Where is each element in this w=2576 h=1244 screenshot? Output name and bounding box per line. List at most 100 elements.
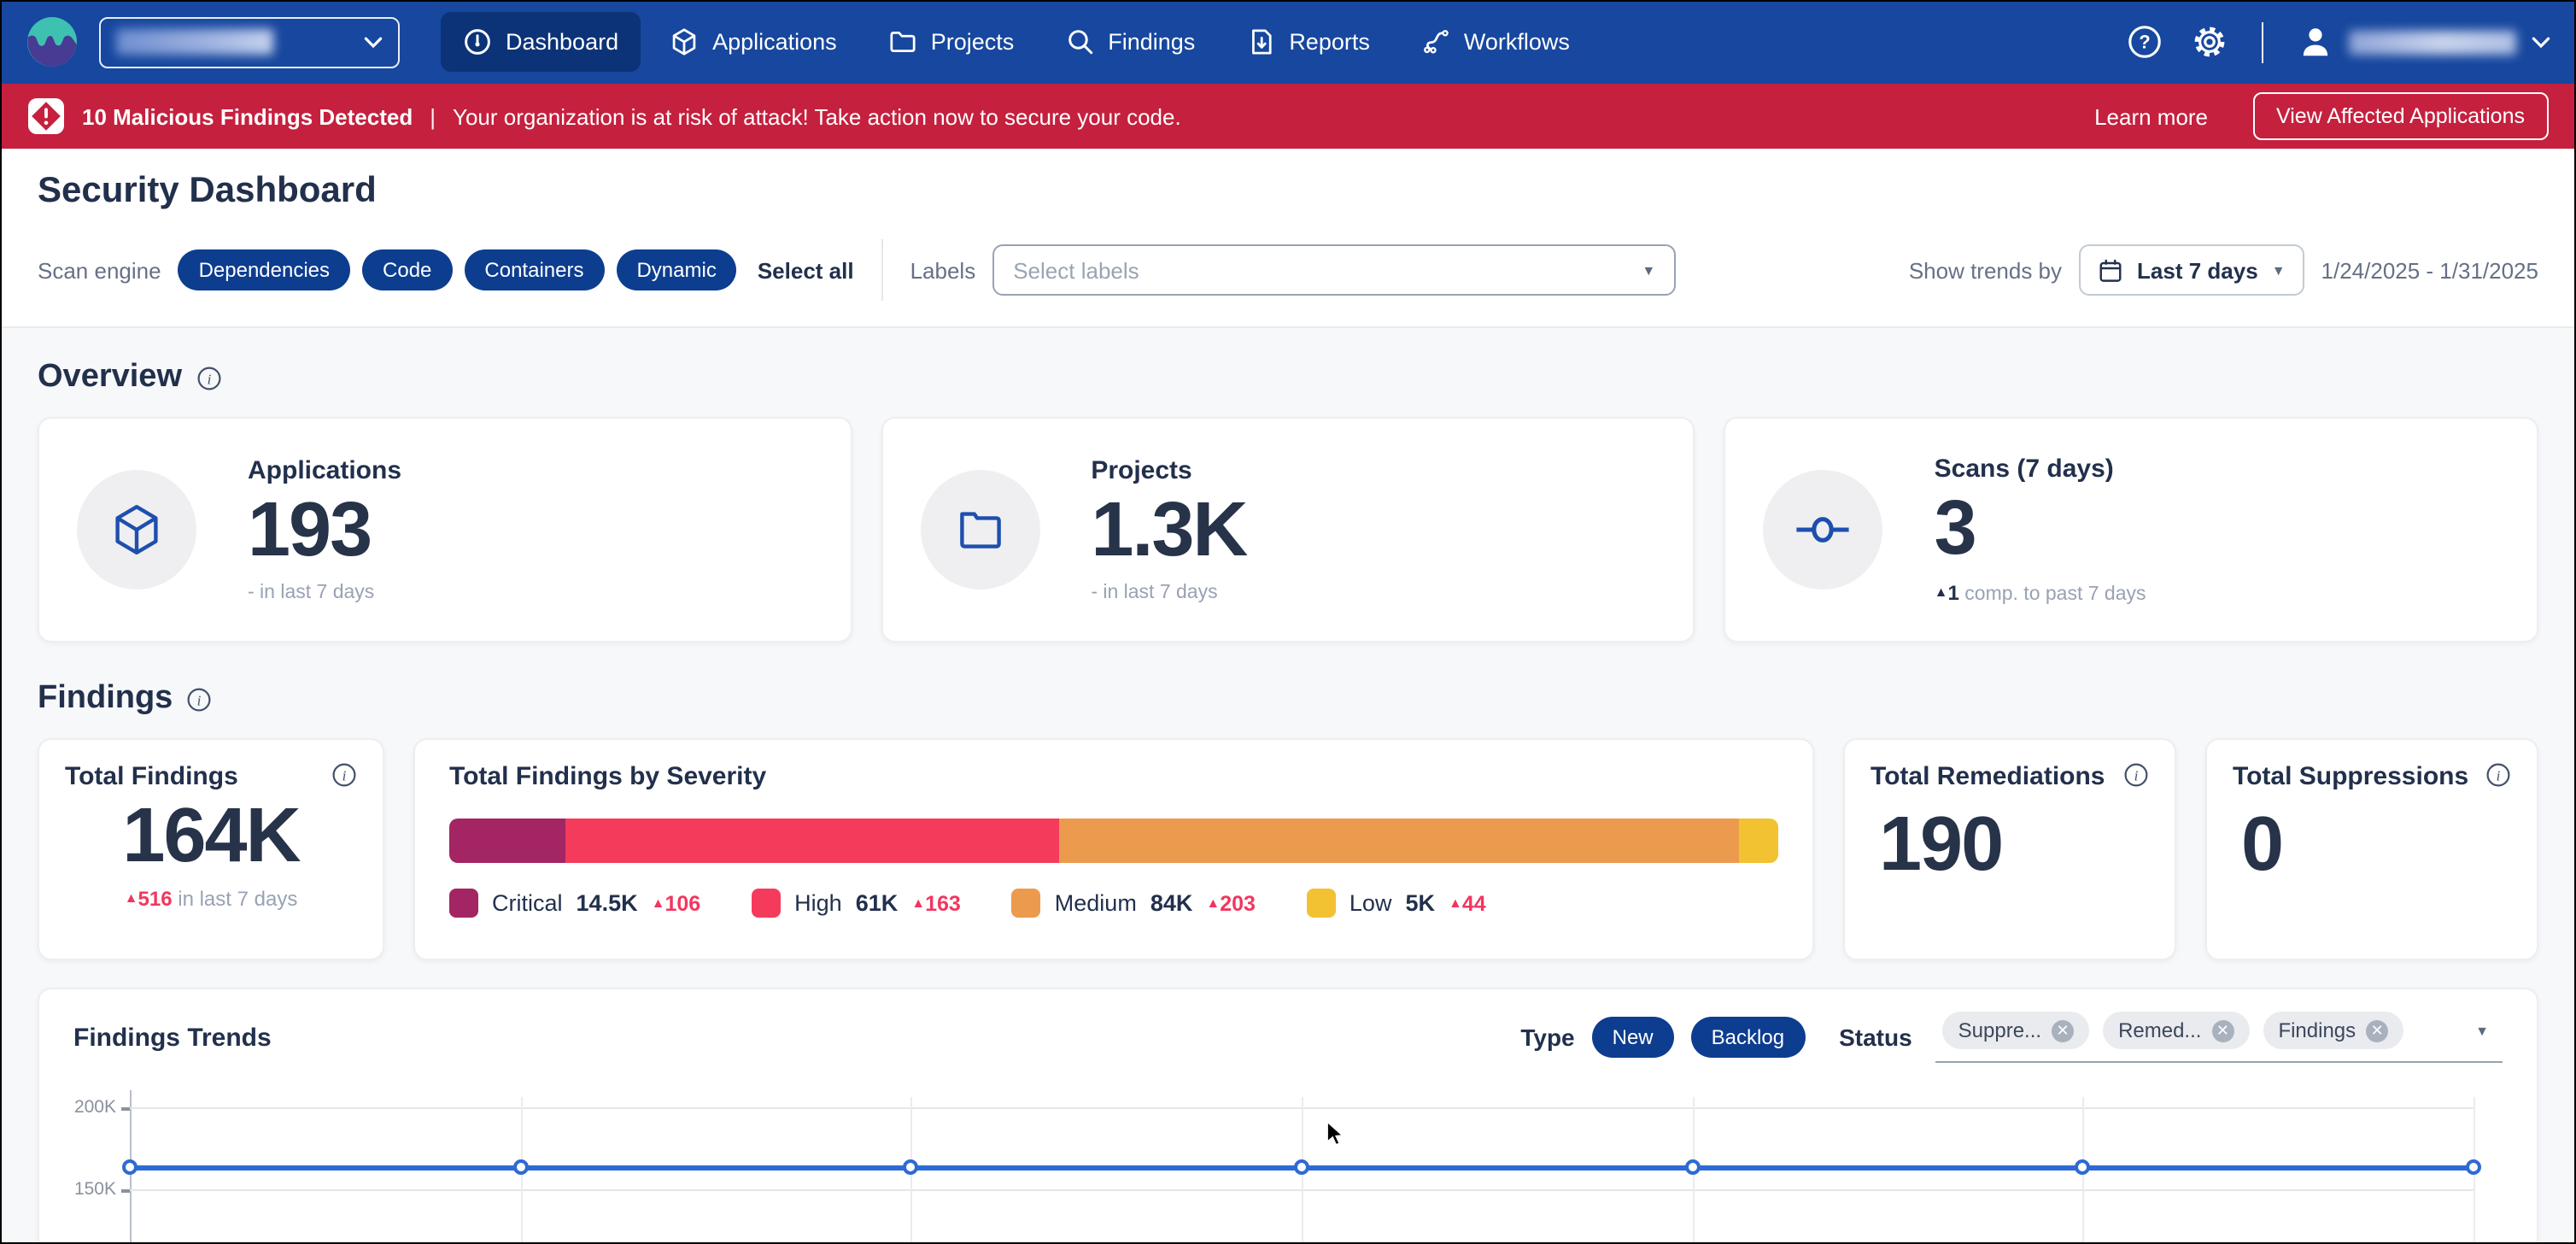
alert-title: 10 Malicious Findings Detected: [82, 103, 413, 129]
severity-segment-high: [566, 819, 1059, 863]
engine-pill-containers[interactable]: Containers: [464, 249, 604, 290]
org-select[interactable]: [99, 16, 400, 67]
findings-icon: [1065, 27, 1094, 56]
legend-delta: ▲106: [652, 891, 701, 915]
status-chip-suppressed[interactable]: Suppre...✕: [1943, 1012, 2089, 1049]
view-affected-applications-button[interactable]: View Affected Applications: [2252, 92, 2549, 140]
legend-value: 61K: [856, 890, 899, 916]
total-findings-value: 164K: [65, 796, 357, 873]
nav-item-projects[interactable]: Projects: [866, 12, 1037, 72]
total-suppressions-card: Total Suppressions i 0: [2205, 738, 2538, 960]
mouse-cursor: [1326, 1121, 1349, 1148]
help-button[interactable]: ?: [2126, 24, 2162, 60]
alert-message: Your organization is at risk of attack! …: [453, 103, 1181, 129]
select-all-link[interactable]: Select all: [758, 257, 854, 283]
status-multiselect[interactable]: Suppre...✕ Remed...✕ Findings✕ ▼: [1936, 1012, 2503, 1063]
calendar-icon: [2098, 257, 2123, 283]
up-arrow-icon: ▲: [125, 890, 138, 906]
engine-pill-dynamic[interactable]: Dynamic: [616, 249, 736, 290]
total-remediations-card: Total Remediations i 190: [1843, 738, 2176, 960]
dashboard-main: Overview i Applications 193 - in last 7 …: [0, 326, 2576, 1244]
metric-value: 3: [1935, 487, 2146, 568]
up-arrow-icon: ▲: [1449, 895, 1462, 910]
legend-name: Critical: [492, 890, 563, 916]
remove-chip-icon[interactable]: ✕: [2366, 1019, 2388, 1042]
projects-icon: [888, 27, 917, 56]
user-menu[interactable]: [2298, 24, 2550, 60]
nav-item-label: Reports: [1289, 29, 1370, 55]
trend-period-select[interactable]: Last 7 days ▼: [2079, 244, 2304, 296]
overview-heading: Overview: [38, 359, 182, 396]
findings-cards: Total Findings i 164K ▲516 in last 7 day…: [38, 738, 2538, 960]
findings-trends-card: Findings Trends Type New Backlog Status …: [38, 988, 2538, 1244]
nav-item-dashboard[interactable]: Dashboard: [441, 12, 641, 72]
legend-item-low: Low 5K ▲44: [1307, 889, 1486, 918]
medium-swatch: [1012, 889, 1041, 918]
status-label: Status: [1839, 1024, 1912, 1051]
critical-swatch: [449, 889, 478, 918]
info-icon[interactable]: i: [2123, 762, 2149, 788]
dropdown-caret-icon: ▼: [1642, 262, 1655, 278]
mend-logo[interactable]: [26, 15, 79, 68]
type-pill-backlog[interactable]: Backlog: [1691, 1017, 1805, 1058]
info-icon[interactable]: i: [186, 686, 212, 712]
type-pill-new[interactable]: New: [1592, 1017, 1674, 1058]
status-chip-remediated[interactable]: Remed...✕: [2103, 1012, 2249, 1049]
learn-more-link[interactable]: Learn more: [2094, 103, 2208, 129]
labels-placeholder: Select labels: [1013, 257, 1139, 283]
remove-chip-icon[interactable]: ✕: [2052, 1019, 2074, 1042]
legend-value: 14.5K: [577, 890, 638, 916]
data-point: [1684, 1159, 1700, 1175]
user-icon: [2298, 24, 2333, 60]
scan-engine-pills: Dependencies Code Containers Dynamic: [179, 249, 737, 290]
legend-item-medium: Medium 84K ▲203: [1012, 889, 1256, 918]
page-header: Security Dashboard Scan engine Dependenc…: [0, 149, 2576, 326]
nav-item-reports[interactable]: Reports: [1224, 12, 1392, 72]
overview-cards: Applications 193 - in last 7 days Projec…: [38, 417, 2538, 643]
settings-button[interactable]: [2191, 24, 2227, 60]
total-findings-delta: 516: [138, 887, 173, 911]
app-window: Dashboard Applications Projects Findings: [0, 0, 2576, 1244]
legend-delta: ▲203: [1206, 891, 1256, 915]
severity-stacked-bar: [449, 819, 1778, 863]
metric-label: Scans (7 days): [1935, 455, 2146, 484]
nav-item-label: Findings: [1108, 29, 1195, 55]
legend-value: 84K: [1150, 890, 1193, 916]
severity-card: Total Findings by Severity Critical 14.5…: [413, 738, 1814, 960]
legend-name: High: [794, 890, 842, 916]
severity-segment-medium: [1059, 819, 1738, 863]
main-nav: Dashboard Applications Projects Findings: [441, 12, 1592, 72]
y-tick: [121, 1189, 130, 1192]
trend-period-value: Last 7 days: [2137, 257, 2258, 283]
page-title: Security Dashboard: [38, 171, 2538, 212]
info-icon[interactable]: i: [2485, 762, 2511, 788]
labels-select[interactable]: Select labels ▼: [992, 244, 1676, 296]
info-icon[interactable]: i: [196, 365, 221, 390]
metric-label: Applications: [248, 456, 401, 485]
filter-bar: Scan engine Dependencies Code Containers…: [38, 239, 2538, 301]
svg-text:i: i: [2497, 767, 2501, 783]
trends-title: Findings Trends: [73, 1023, 272, 1052]
card-title: Total Findings: [65, 762, 238, 791]
applications-card: Applications 193 - in last 7 days: [38, 417, 852, 643]
dashboard-icon: [463, 27, 492, 56]
remove-chip-icon[interactable]: ✕: [2211, 1019, 2234, 1042]
trends-header: Findings Trends Type New Backlog Status …: [73, 1012, 2503, 1063]
metric-sub: - in last 7 days: [1091, 583, 1246, 603]
scan-commit-icon: [1764, 470, 1883, 590]
status-chip-findings[interactable]: Findings✕: [2263, 1012, 2403, 1049]
card-title: Total Findings by Severity: [449, 762, 766, 791]
nav-item-findings[interactable]: Findings: [1043, 12, 1217, 72]
labels-label: Labels: [910, 257, 976, 283]
help-circle-icon: ?: [2126, 24, 2162, 60]
engine-pill-code[interactable]: Code: [362, 249, 452, 290]
up-arrow-icon: ▲: [1206, 895, 1220, 910]
nav-item-workflows[interactable]: Workflows: [1399, 12, 1592, 72]
legend-item-high: High 61K ▲163: [752, 889, 961, 918]
chevron-down-icon: [364, 35, 383, 49]
nav-item-applications[interactable]: Applications: [647, 12, 859, 72]
chart-plot-area: 200K 150K 100K: [130, 1090, 2474, 1244]
svg-text:i: i: [342, 767, 347, 783]
engine-pill-dependencies[interactable]: Dependencies: [179, 249, 350, 290]
info-icon[interactable]: i: [331, 762, 357, 788]
